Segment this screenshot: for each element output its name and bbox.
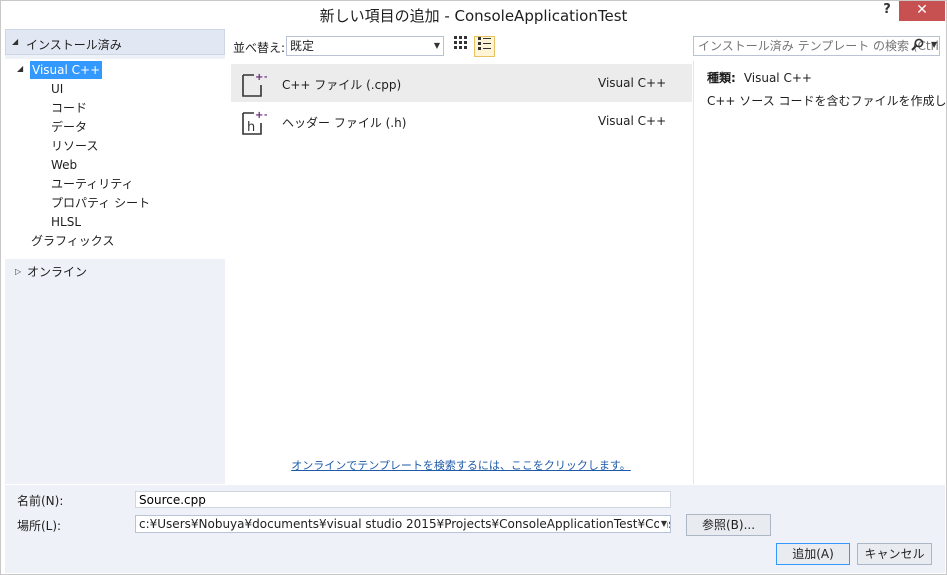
- window-title: 新しい項目の追加 - ConsoleApplicationTest: [319, 7, 628, 25]
- tree-item-property-sheet[interactable]: プロパティ シート: [51, 194, 150, 212]
- svg-text:++: ++: [255, 72, 267, 83]
- category-panel: ◢ インストール済み ◢ Visual C++ UI コード データ リソース …: [5, 29, 225, 484]
- search-icon[interactable]: [911, 38, 924, 55]
- tree-item-utility[interactable]: ユーティリティ: [51, 175, 134, 193]
- sort-label: 並べ替え:: [233, 41, 286, 55]
- add-button[interactable]: 追加(A): [776, 543, 850, 565]
- header-file-icon: h ++: [241, 108, 272, 136]
- tree-item-resource[interactable]: リソース: [51, 137, 98, 155]
- cancel-button[interactable]: キャンセル: [857, 543, 932, 565]
- template-name: C++ ファイル (.cpp): [282, 78, 402, 92]
- close-button[interactable]: ✕: [899, 1, 945, 21]
- chevron-down-icon: ▼: [433, 41, 440, 50]
- template-search-input[interactable]: [693, 36, 940, 56]
- info-type: 種類: Visual C++: [707, 69, 812, 86]
- online-templates-link[interactable]: オンラインでテンプレートを検索するには、ここをクリックします。: [229, 457, 693, 473]
- tree-item-graphics[interactable]: グラフィックス: [31, 232, 114, 250]
- info-type-value: Visual C++: [743, 71, 812, 85]
- tree-item-visual-cpp[interactable]: Visual C++: [30, 61, 103, 79]
- svg-text:++: ++: [255, 110, 267, 121]
- name-label: 名前(N):: [17, 494, 64, 508]
- location-label: 場所(L):: [17, 519, 62, 533]
- tree-item-hlsl[interactable]: HLSL: [51, 213, 81, 231]
- template-item-header[interactable]: h ++ ヘッダー ファイル (.h) Visual C++: [231, 102, 692, 140]
- sort-value: 既定: [290, 39, 315, 53]
- title-bar: 新しい項目の追加 - ConsoleApplicationTest ? ✕: [1, 1, 946, 29]
- online-label: オンライン: [27, 265, 88, 279]
- browse-button[interactable]: 参照(B)...: [686, 514, 771, 536]
- list-icon: [478, 37, 491, 50]
- expanded-arrow-icon: ◢: [12, 37, 19, 46]
- tree-expanded-icon[interactable]: ◢: [17, 64, 23, 73]
- svg-text:h: h: [247, 120, 255, 135]
- chevron-down-icon: ▼: [658, 516, 667, 532]
- tree-item-code[interactable]: コード: [51, 99, 87, 117]
- category-tree: ◢ Visual C++ UI コード データ リソース Web ユーティリティ…: [5, 59, 225, 259]
- tree-item-web[interactable]: Web: [51, 156, 77, 174]
- location-dropdown[interactable]: c:¥Users¥Nobuya¥documents¥visual studio …: [135, 515, 671, 533]
- template-name: ヘッダー ファイル (.h): [282, 116, 407, 130]
- template-item-cpp[interactable]: ++ C++ ファイル (.cpp) Visual C++: [231, 64, 692, 102]
- grid-icon: [454, 36, 467, 49]
- installed-header[interactable]: ◢ インストール済み: [5, 29, 225, 55]
- info-type-label: 種類:: [707, 71, 736, 85]
- search-options-chevron-icon[interactable]: ▼: [931, 40, 937, 49]
- name-input[interactable]: [135, 491, 671, 508]
- bottom-form: 名前(N): 場所(L): c:¥Users¥Nobuya¥documents¥…: [5, 485, 945, 573]
- online-category[interactable]: ▷ オンライン: [5, 262, 225, 282]
- sort-dropdown[interactable]: 既定 ▼: [286, 36, 444, 56]
- template-toolbar: 並べ替え: 既定 ▼ ▼: [229, 33, 944, 59]
- small-icons-view-button[interactable]: [450, 36, 471, 57]
- help-button[interactable]: ?: [877, 1, 897, 21]
- tree-item-data[interactable]: データ: [51, 118, 87, 136]
- template-list: ++ C++ ファイル (.cpp) Visual C++ h ++ ヘッダー …: [229, 61, 694, 484]
- template-language: Visual C++: [598, 114, 667, 128]
- tree-item-ui[interactable]: UI: [51, 80, 63, 98]
- installed-label: インストール済み: [26, 38, 122, 52]
- collapsed-arrow-icon: ▷: [15, 267, 22, 276]
- template-info-panel: 種類: Visual C++ C++ ソース コードを含むファイルを作成します。: [695, 61, 947, 484]
- add-new-item-dialog: 新しい項目の追加 - ConsoleApplicationTest ? ✕ ◢ …: [0, 0, 947, 575]
- location-value: c:¥Users¥Nobuya¥documents¥visual studio …: [139, 517, 671, 531]
- cpp-file-icon: ++: [241, 70, 272, 98]
- medium-icons-view-button[interactable]: [474, 36, 495, 57]
- template-language: Visual C++: [598, 76, 667, 90]
- info-description: C++ ソース コードを含むファイルを作成します。: [707, 94, 947, 108]
